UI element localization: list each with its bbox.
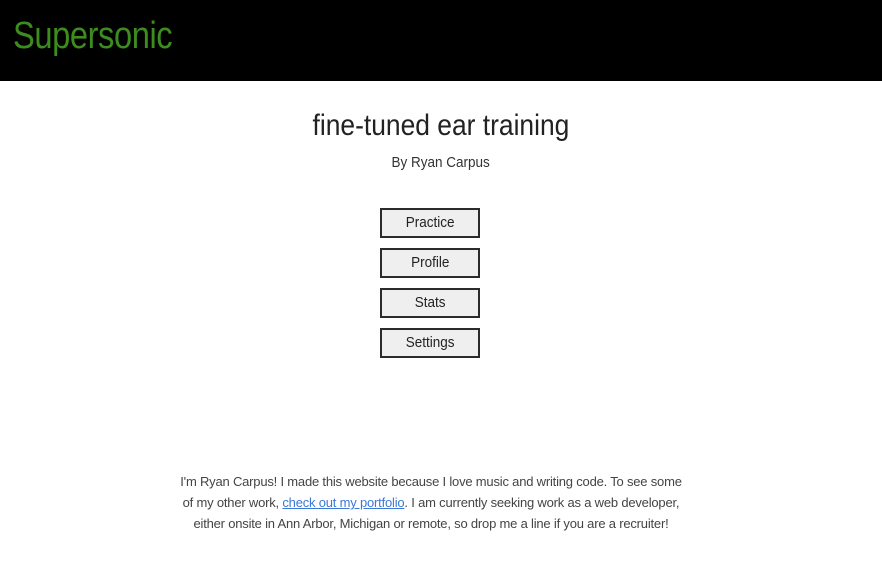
site-header: Supersonic — [0, 0, 882, 81]
settings-button-label: Settings — [405, 334, 455, 351]
site-logo-text[interactable]: Supersonic — [13, 14, 173, 58]
page-title-text: fine-tuned ear training — [312, 109, 570, 142]
author-byline: By Ryan Carpus — [0, 153, 882, 173]
stats-button[interactable]: Stats — [380, 288, 480, 318]
settings-button[interactable]: Settings — [380, 328, 480, 358]
main-menu: Practice Profile Stats Settings — [380, 208, 480, 368]
practice-button[interactable]: Practice — [380, 208, 480, 238]
practice-button-label: Practice — [405, 214, 455, 231]
profile-button-label: Profile — [410, 254, 450, 271]
about-paragraph: I'm Ryan Carpus! I made this website bec… — [176, 471, 686, 534]
portfolio-link[interactable]: check out my portfolio — [282, 495, 404, 510]
profile-button[interactable]: Profile — [380, 248, 480, 278]
page-title: fine-tuned ear training — [0, 106, 882, 146]
stats-button-label: Stats — [414, 294, 446, 311]
author-byline-text: By Ryan Carpus — [391, 154, 491, 171]
